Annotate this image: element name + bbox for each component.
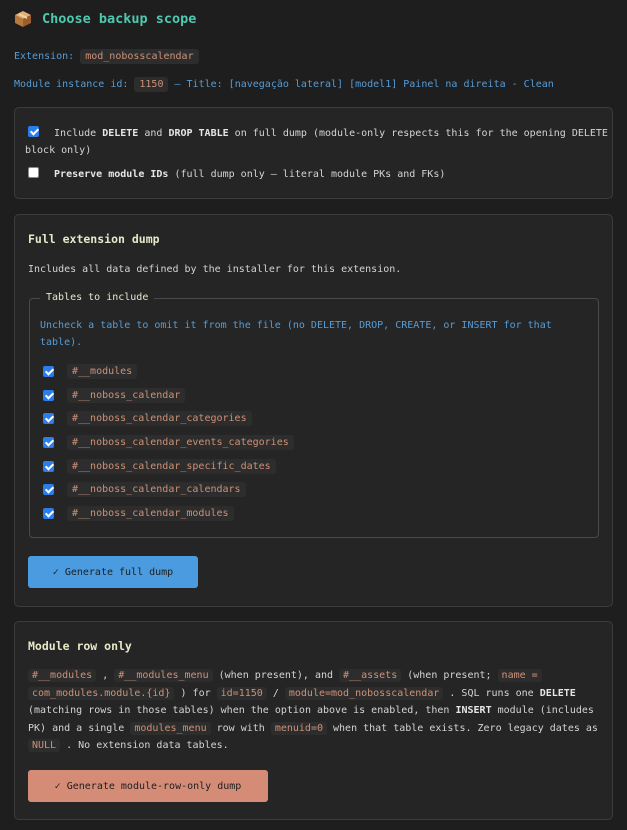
table-row[interactable]: #__noboss_calendar_events_categories — [43, 435, 294, 450]
table-checkbox[interactable] — [43, 366, 54, 377]
table-row[interactable]: #__noboss_calendar_categories — [43, 411, 252, 426]
text: module (includes — [491, 705, 594, 716]
table-name: #__noboss_calendar_modules — [67, 506, 234, 521]
text: (when present), and — [212, 670, 340, 681]
tables-fieldset: Tables to include Uncheck a table to omi… — [29, 292, 599, 538]
table-checkbox[interactable] — [43, 484, 54, 495]
kw-delete: DELETE — [102, 128, 139, 139]
extension-line: Extension: mod_nobosscalendar — [14, 49, 199, 64]
include-delete-post: on full dump (module-only respects this … — [228, 128, 608, 139]
options-panel: Include DELETE and DROP TABLE on full du… — [14, 107, 613, 199]
tables-hint: Uncheck a table to omit it from the file… — [40, 320, 552, 348]
table-row[interactable]: #__noboss_calendar_calendars — [43, 482, 246, 497]
text: (matching rows in those tables) when the… — [28, 705, 456, 716]
generate-full-dump-button[interactable]: ✓ Generate full dump — [28, 556, 198, 588]
page-title-text: Choose backup scope — [42, 11, 197, 27]
full-dump-title: Full extension dump — [28, 232, 160, 246]
sep: , — [96, 670, 115, 681]
kw-drop-table: DROP TABLE — [168, 128, 229, 139]
include-delete-checkbox[interactable] — [28, 126, 39, 137]
table-row[interactable]: #__noboss_calendar — [43, 388, 186, 403]
table-row[interactable]: #__modules — [43, 364, 138, 379]
full-dump-description: Includes all data defined by the install… — [28, 264, 402, 275]
table-name: #__noboss_calendar — [67, 388, 186, 403]
include-delete-mid: and — [138, 128, 169, 139]
code-modules: #__modules — [28, 669, 97, 682]
table-name: #__noboss_calendar_calendars — [67, 482, 246, 497]
table-name: #__modules — [67, 364, 138, 379]
text: / — [266, 687, 285, 699]
preserve-ids-checkbox[interactable] — [28, 167, 39, 178]
instance-id: 1150 — [134, 77, 169, 92]
text: when that table exists. Zero legacy date… — [327, 722, 598, 734]
code-name-value: com_modules.module.{id} — [28, 686, 175, 700]
module-row-panel: Module row only #__modules , #__modules_… — [14, 621, 613, 820]
code-modules-menu: #__modules_menu — [114, 669, 213, 682]
preserve-ids-label: Preserve module IDs — [54, 169, 169, 180]
tables-legend: Tables to include — [40, 292, 155, 303]
code-id: id=1150 — [216, 686, 267, 700]
code-module: module=mod_nobosscalendar — [284, 686, 444, 700]
table-row[interactable]: #__noboss_calendar_modules — [43, 506, 234, 521]
code-name: name = — [497, 669, 542, 682]
full-dump-panel: Full extension dump Includes all data de… — [14, 214, 613, 607]
extension-value: mod_nobosscalendar — [80, 49, 199, 64]
page-title: Choose backup scope — [14, 10, 196, 28]
table-checkbox[interactable] — [43, 508, 54, 519]
table-checkbox[interactable] — [43, 461, 54, 472]
preserve-ids-option: Preserve module IDs (full dump only — li… — [28, 166, 445, 183]
instance-title: — Title: [navegação lateral] [model1] Pa… — [174, 79, 554, 90]
kw-delete: DELETE — [539, 687, 576, 699]
text: row with — [210, 722, 271, 734]
include-delete-pre: Include — [54, 128, 103, 139]
table-name: #__noboss_calendar_specific_dates — [67, 459, 276, 474]
text: . SQL runs one — [443, 687, 540, 699]
package-icon — [14, 10, 32, 28]
module-row-description: #__modules , #__modules_menu (when prese… — [28, 667, 603, 755]
generate-module-row-button[interactable]: ✓ Generate module-row-only dump — [28, 770, 268, 802]
text: ) for — [174, 687, 217, 699]
text: (when present; — [401, 670, 498, 681]
code-assets: #__assets — [339, 669, 402, 682]
include-delete-option: Include DELETE and DROP TABLE on full du… — [28, 125, 608, 142]
preserve-ids-post: (full dump only — literal module PKs and… — [168, 169, 446, 180]
table-checkbox[interactable] — [43, 413, 54, 424]
extension-label: Extension: — [14, 51, 75, 62]
kw-insert: INSERT — [455, 705, 492, 716]
table-checkbox[interactable] — [43, 390, 54, 401]
code-menuid: menuid=0 — [270, 721, 327, 735]
instance-line: Module instance id: 1150 — Title: [naveg… — [14, 77, 554, 92]
module-row-title: Module row only — [28, 639, 132, 653]
text: . No extension data tables. — [60, 740, 229, 751]
instance-label: Module instance id: — [14, 79, 129, 90]
table-name: #__noboss_calendar_categories — [67, 411, 252, 426]
code-null: NULL — [28, 739, 61, 752]
table-checkbox[interactable] — [43, 437, 54, 448]
code-modules-menu: modules_menu — [130, 721, 211, 735]
table-name: #__noboss_calendar_events_categories — [67, 435, 294, 450]
text: PK) and a single — [28, 722, 131, 734]
table-row[interactable]: #__noboss_calendar_specific_dates — [43, 459, 276, 474]
include-delete-post2: block only) — [25, 145, 92, 156]
